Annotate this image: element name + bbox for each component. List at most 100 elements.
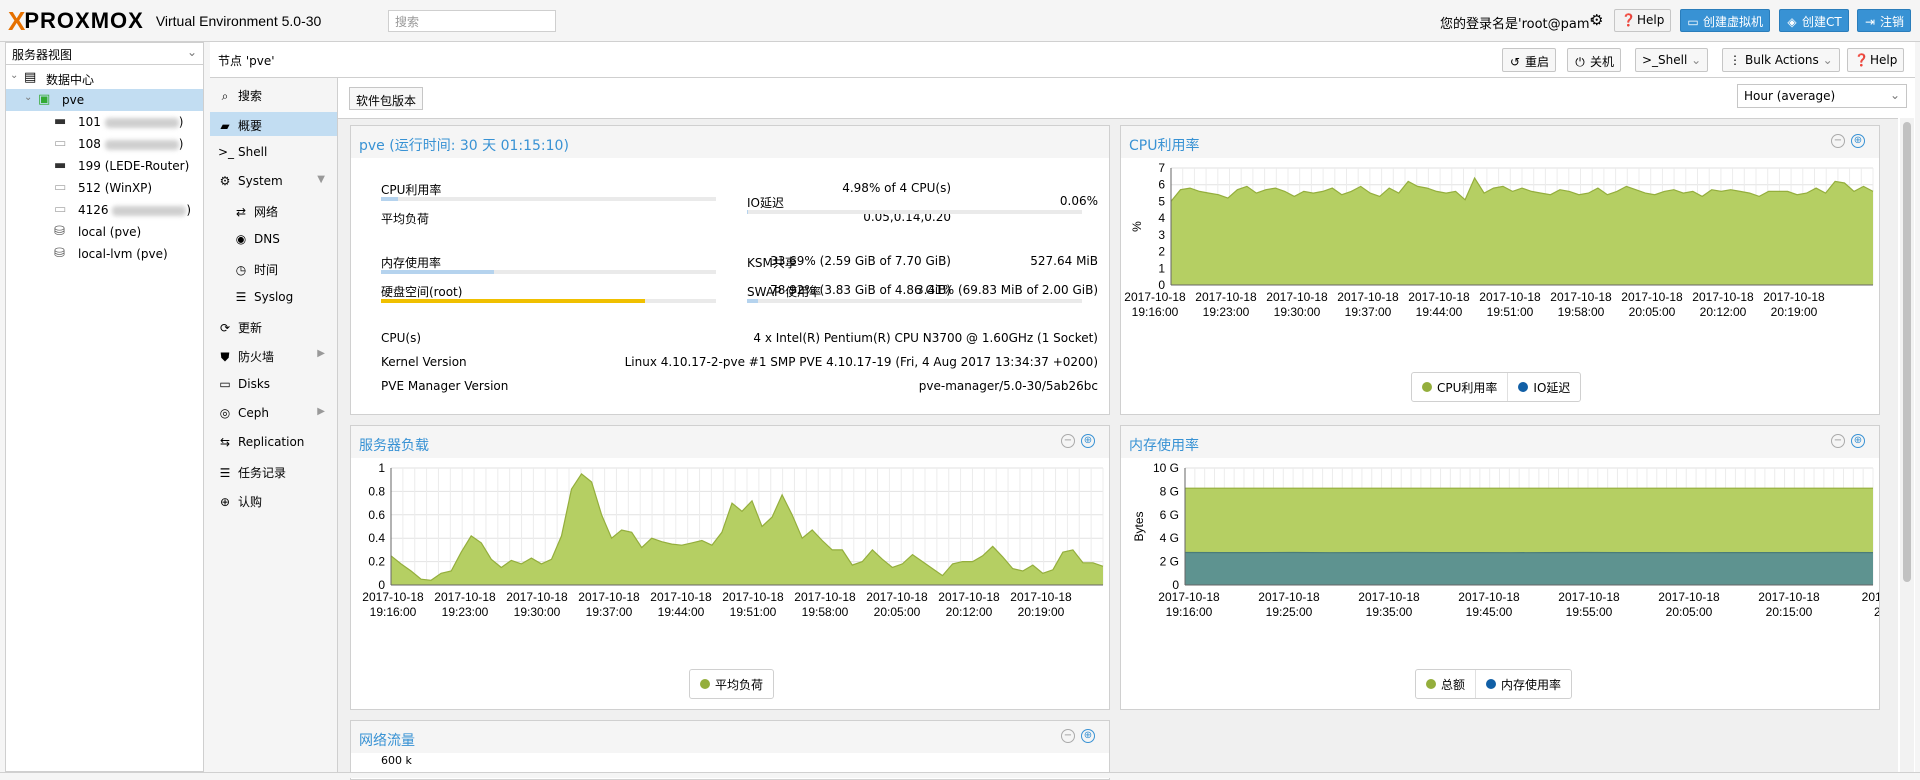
minus-icon[interactable]: − xyxy=(1061,729,1075,743)
nav-item-syslog[interactable]: ☰Syslog xyxy=(210,285,337,309)
nav-label: Shell xyxy=(238,145,267,159)
chevron-down-icon: ⌄ xyxy=(1890,88,1900,102)
search-input[interactable]: 搜索 xyxy=(388,10,556,32)
memory-chart-legend: 总额 内存使用率 xyxy=(1415,669,1572,699)
package-versions-button[interactable]: 软件包版本 xyxy=(349,87,423,110)
mem-bar-fill xyxy=(381,270,494,274)
nav-item-network[interactable]: ⇄网络 xyxy=(210,198,337,222)
x-tick-label: 2017-10-18 xyxy=(434,590,496,604)
nav-item-system[interactable]: ⚙System▼ xyxy=(210,169,337,193)
create-vm-button[interactable]: ▭创建虚拟机 xyxy=(1680,9,1770,32)
nav-item-disks[interactable]: ▭Disks xyxy=(210,372,337,396)
help-button[interactable]: ❓Help xyxy=(1614,9,1671,32)
x-tick-label: 19:25:00 xyxy=(1266,605,1313,619)
reboot-button[interactable]: ↺重启 xyxy=(1502,48,1556,72)
tree-item-pve[interactable]: ⌄▣pve xyxy=(6,89,203,111)
minus-icon[interactable]: − xyxy=(1831,434,1845,448)
nav-item-updates[interactable]: ⟳更新 xyxy=(210,314,337,338)
swap-label: SWAP 使用率 xyxy=(747,283,821,300)
shell-button[interactable]: >_Shell ⌄ xyxy=(1635,48,1708,72)
y-tick-label: 4 G xyxy=(1160,531,1179,545)
x-tick-label: 2017-10-18 xyxy=(1158,590,1220,604)
list-icon: ☰ xyxy=(234,290,248,304)
nav-item-time[interactable]: ◷时间 xyxy=(210,256,337,280)
x-tick-label: 19:23:00 xyxy=(1203,305,1250,319)
tree-item-local[interactable]: ⛁local (pve) xyxy=(6,221,203,243)
vm-stopped-icon: ▭ xyxy=(54,202,66,217)
zoom-icon[interactable]: ⊕ xyxy=(1081,434,1095,448)
nav-item-ceph[interactable]: ◎Ceph▶ xyxy=(210,401,337,425)
cogs-icon: ⚙ xyxy=(218,174,232,188)
minus-icon[interactable]: − xyxy=(1061,434,1075,448)
y-axis-label: Bytes xyxy=(1132,511,1146,541)
x-tick-label: 19:37:00 xyxy=(586,605,633,619)
nav-item-shell[interactable]: >_Shell xyxy=(210,140,337,164)
node-help-button[interactable]: ❓Help xyxy=(1847,48,1904,72)
nav-item-firewall[interactable]: ⛊防火墙▶ xyxy=(210,343,337,367)
nav-item-subscription[interactable]: ⊕认购 xyxy=(210,488,337,512)
nav-item-task-history[interactable]: ☰任务记录 xyxy=(210,459,337,483)
x-tick-label: 2017-10-18 xyxy=(1692,290,1754,304)
zoom-icon[interactable]: ⊕ xyxy=(1851,434,1865,448)
tree-label: 199 (LEDE-Router) xyxy=(78,159,189,173)
tree-item-local-lvm[interactable]: ⛁local-lvm (pve) xyxy=(6,243,203,265)
create-ct-button[interactable]: ◈创建CT xyxy=(1779,9,1849,32)
x-tick-label: 19:44:00 xyxy=(1416,305,1463,319)
legend-item[interactable]: IO延迟 xyxy=(1507,373,1580,401)
tree-label: local (pve) xyxy=(78,225,141,239)
y-tick-label: 0.4 xyxy=(368,531,385,545)
tree-item-vm-199[interactable]: ▬199 (LEDE-Router) xyxy=(6,155,203,177)
nav-item-replication[interactable]: ⇆Replication xyxy=(210,430,337,454)
x-tick-label: 19:51:00 xyxy=(1487,305,1534,319)
top-bar: XPROXMOX Virtual Environment 5.0-30 搜索 您… xyxy=(0,0,1920,42)
shutdown-button[interactable]: ⏻关机 xyxy=(1567,48,1621,72)
tree-item-vm-108[interactable]: ▭108 ) xyxy=(6,133,203,155)
x-tick-label: 2017-10-18 xyxy=(1258,590,1320,604)
tree-item-datacenter[interactable]: ⌄▤数据中心 xyxy=(6,67,203,89)
tree-label: pve xyxy=(62,93,84,107)
cpu-chart-legend: CPU利用率 IO延迟 xyxy=(1411,372,1581,402)
minus-icon[interactable]: − xyxy=(1831,134,1845,148)
vm-running-icon: ▬ xyxy=(54,114,66,129)
tree-item-vm-512[interactable]: ▭512 (WinXP) xyxy=(6,177,203,199)
nav-item-dns[interactable]: ◉DNS xyxy=(210,227,337,251)
legend-item[interactable]: CPU利用率 xyxy=(1412,373,1507,401)
refresh-icon: ⟳ xyxy=(218,321,232,335)
scrollbar-thumb[interactable] xyxy=(1903,122,1911,582)
collapse-icon: ⌄ xyxy=(24,92,32,103)
zoom-icon[interactable]: ⊕ xyxy=(1081,729,1095,743)
zoom-icon[interactable]: ⊕ xyxy=(1851,134,1865,148)
x-tick-label: 19:44:00 xyxy=(658,605,705,619)
log-panel-splitter[interactable] xyxy=(0,772,1920,778)
legend-item[interactable]: 内存使用率 xyxy=(1475,670,1571,698)
swap-bar xyxy=(747,299,1082,303)
legend-item[interactable]: 平均负荷 xyxy=(690,670,773,698)
cube-icon: ◈ xyxy=(1786,15,1798,29)
tree-item-vm-4126[interactable]: ▭4126 ) xyxy=(6,199,203,221)
x-tick-label: 19:45:00 xyxy=(1466,605,1513,619)
logout-button[interactable]: ⇥注销 xyxy=(1857,9,1911,32)
network-first-tick: 600 k xyxy=(381,754,412,767)
x-tick-label: 20:25 xyxy=(1874,605,1879,619)
x-tick-label: 2017-10-18 xyxy=(938,590,1000,604)
nav-item-summary[interactable]: ▰概要 xyxy=(210,112,337,136)
vertical-scrollbar[interactable] xyxy=(1900,118,1914,772)
timeframe-select[interactable]: Hour (average)⌄ xyxy=(1737,84,1907,108)
proxmox-x-icon: X xyxy=(8,6,24,37)
view-selector[interactable]: 服务器视图⌄ xyxy=(6,43,203,65)
gear-icon[interactable]: ⚙ xyxy=(1590,11,1603,29)
tree-label: 数据中心 xyxy=(46,71,94,88)
exchange-icon: ⇄ xyxy=(234,205,248,219)
x-tick-label: 2017-10-18 xyxy=(362,590,424,604)
x-tick-label: 2017-10-18 xyxy=(1337,290,1399,304)
bulk-actions-button[interactable]: ⋮Bulk Actions ⌄ xyxy=(1722,48,1840,72)
version-label: Virtual Environment 5.0-30 xyxy=(156,13,322,29)
x-tick-label: 2017-10-18 xyxy=(1658,590,1720,604)
legend-item[interactable]: 总额 xyxy=(1416,670,1475,698)
nav-item-search[interactable]: ⌕搜索 xyxy=(210,82,337,106)
tree-item-vm-101[interactable]: ▬101 ) xyxy=(6,111,203,133)
network-chart-panel: 网络流量 − ⊕ 600 k xyxy=(350,720,1110,780)
sign-out-icon: ⇥ xyxy=(1864,15,1876,29)
y-tick-label: 0.6 xyxy=(368,508,385,522)
x-tick-label: 19:58:00 xyxy=(802,605,849,619)
